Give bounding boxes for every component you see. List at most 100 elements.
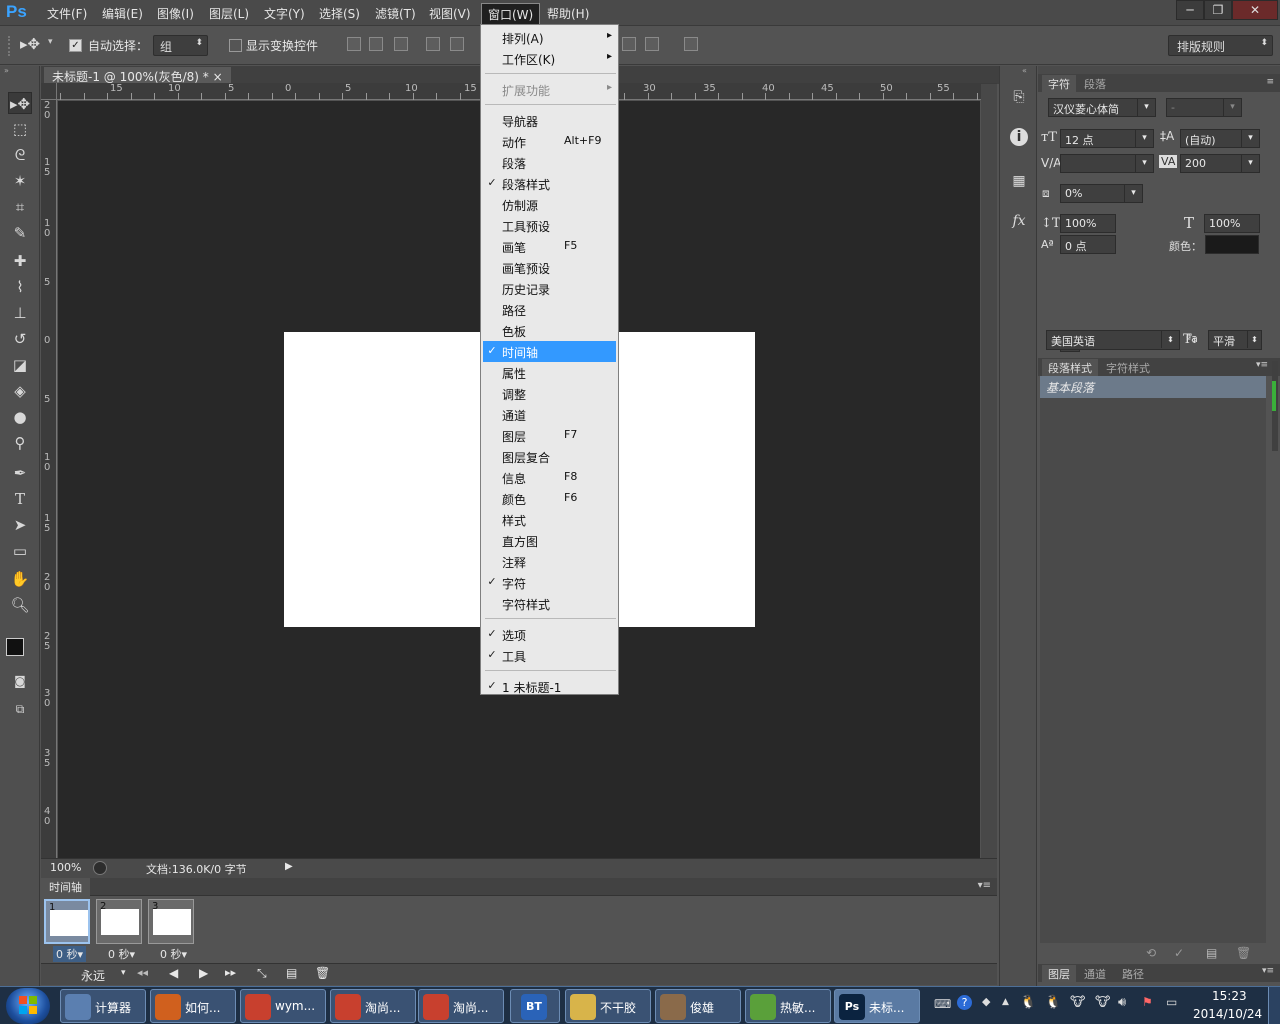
menu-item[interactable]: 图层 F7 — [483, 425, 616, 446]
menu-item[interactable]: 通道 — [483, 404, 616, 425]
hand-tool-icon[interactable]: ✋ — [8, 568, 32, 590]
shape-tool-icon[interactable]: ▭ — [8, 540, 32, 562]
menu-item[interactable]: 调整 — [483, 383, 616, 404]
network-icon[interactable]: ◆ — [982, 995, 990, 1008]
quick-mask-icon[interactable]: ◙ — [8, 670, 32, 692]
move-tool-icon[interactable]: ▸✥ — [8, 92, 32, 114]
status-icon[interactable] — [93, 861, 107, 875]
tab-paragraph[interactable]: 段落 — [1084, 76, 1106, 92]
menu-item[interactable]: ✓ 段落样式 — [483, 173, 616, 194]
menu-item[interactable]: 动作 Alt+F9 — [483, 131, 616, 152]
menu-window[interactable]: 窗口(W) — [481, 3, 541, 26]
text-color-swatch[interactable] — [1205, 235, 1259, 254]
align-bottom-icon[interactable] — [394, 37, 408, 51]
qq-icon[interactable]: 🐧 — [1020, 995, 1036, 1010]
action-center-icon[interactable]: ⚑ — [1142, 995, 1153, 1009]
taskbar-item[interactable]: 淘尚... — [330, 989, 416, 1023]
align-hcenter-icon[interactable] — [450, 37, 464, 51]
menu-item[interactable]: 画笔 F5 — [483, 236, 616, 257]
menu-item[interactable]: 信息 F8 — [483, 467, 616, 488]
menu-select[interactable]: 选择(S) — [315, 5, 364, 22]
font-style-select[interactable]: - ▾ — [1166, 98, 1242, 117]
clear-override-icon[interactable]: ⟲ — [1146, 946, 1156, 960]
menu-item[interactable]: 色板 — [483, 320, 616, 341]
frame-delay[interactable]: 0 秒▾ — [108, 946, 135, 962]
taskbar-item[interactable]: 淘尚... — [418, 989, 504, 1023]
tab-paths[interactable]: 路径 — [1122, 966, 1144, 982]
menu-item[interactable]: ✓ 时间轴 — [483, 341, 616, 362]
timeline-frame[interactable]: 1 — [44, 899, 90, 944]
taskbar-item[interactable]: 热敏... — [745, 989, 831, 1023]
taskbar-item[interactable]: BT — [510, 989, 560, 1023]
panel-menu-icon[interactable]: ▾≡ — [1262, 966, 1274, 976]
menu-item[interactable]: ✓ 1 未标题-1 — [483, 676, 616, 697]
distribute-right-icon[interactable] — [645, 37, 659, 51]
horizontal-scale-field[interactable]: 100% — [1204, 214, 1260, 233]
history-panel-icon[interactable]: ⎘ — [1008, 86, 1030, 108]
tray-app-icon[interactable]: 🐮 — [1070, 995, 1085, 1010]
menu-edit[interactable]: 编辑(E) — [98, 5, 147, 22]
crop-tool-icon[interactable]: ⌗ — [8, 196, 32, 218]
font-size-field[interactable]: 12 点 ▾ — [1060, 129, 1154, 148]
screen-mode-icon[interactable]: ⧉ — [8, 698, 32, 720]
menu-image[interactable]: 图像(I) — [153, 5, 198, 22]
styles-panel-icon[interactable]: fx — [1008, 210, 1030, 232]
clone-stamp-icon[interactable]: ⊥ — [8, 302, 32, 324]
keyboard-icon[interactable]: ⌨ — [934, 997, 951, 1011]
menu-item[interactable]: 仿制源 — [483, 194, 616, 215]
eraser-tool-icon[interactable]: ◪ — [8, 354, 32, 376]
menu-item[interactable]: 属性 — [483, 362, 616, 383]
menu-item[interactable]: 历史记录 — [483, 278, 616, 299]
panel-menu-icon[interactable]: ≡ — [1266, 77, 1274, 87]
align-top-icon[interactable] — [347, 37, 361, 51]
clock-date[interactable]: 2014/10/24 — [1193, 1007, 1262, 1021]
path-select-icon[interactable]: ➤ — [8, 514, 32, 536]
new-style-icon[interactable]: ▤ — [1206, 946, 1217, 960]
magic-wand-icon[interactable]: ✶ — [8, 170, 32, 192]
first-frame-icon[interactable]: ◂◂ — [137, 966, 148, 979]
taskbar-item[interactable]: wym... — [240, 989, 326, 1023]
timeline-frame[interactable]: 2 — [96, 899, 142, 944]
eyedropper-icon[interactable]: ✎ — [8, 222, 32, 244]
tween-icon[interactable]: ⤡ — [257, 966, 267, 981]
menu-item[interactable]: 图层复合 — [483, 446, 616, 467]
language-select[interactable]: 美国英语 ⬍ — [1046, 330, 1180, 350]
kerning-field[interactable]: ▾ — [1060, 154, 1154, 173]
info-panel-icon[interactable]: i — [1010, 128, 1028, 146]
menu-item[interactable]: 画笔预设 — [483, 257, 616, 278]
loop-option[interactable]: 永远 — [81, 967, 105, 984]
leading-field[interactable]: (自动) ▾ — [1180, 129, 1260, 148]
distribute-hcenter-icon[interactable] — [622, 37, 636, 51]
tab-channels[interactable]: 通道 — [1084, 966, 1106, 982]
menu-item[interactable]: 样式 — [483, 509, 616, 530]
timeline-frame[interactable]: 3 — [148, 899, 194, 944]
panel-menu-icon[interactable]: ▾≡ — [978, 880, 991, 891]
healing-brush-icon[interactable]: ✚ — [8, 250, 32, 272]
taskbar-item[interactable]: 如何... — [150, 989, 236, 1023]
ruler-origin[interactable] — [41, 83, 57, 100]
tab-layers[interactable]: 图层 — [1042, 965, 1076, 983]
align-vcenter-icon[interactable] — [369, 37, 383, 51]
foreground-color-swatch[interactable] — [6, 638, 24, 656]
show-hidden-icons[interactable]: ▲ — [1002, 997, 1009, 1007]
move-tool-icon[interactable]: ▸✥ — [20, 35, 40, 53]
history-brush-icon[interactable]: ↺ — [8, 328, 32, 350]
prev-frame-icon[interactable]: ◀ — [169, 966, 178, 980]
tab-character-styles[interactable]: 字符样式 — [1106, 360, 1150, 376]
trash-icon[interactable]: 🗑︎ — [315, 966, 330, 980]
auto-select-checkbox[interactable]: ✓ — [69, 38, 82, 52]
menu-item[interactable]: 颜色 F6 — [483, 488, 616, 509]
frame-delay[interactable]: 0 秒▾ — [53, 946, 87, 962]
play-icon[interactable]: ▶ — [199, 966, 208, 980]
trash-icon[interactable]: 🗑︎ — [1236, 946, 1251, 960]
menu-help[interactable]: 帮助(H) — [543, 5, 593, 22]
tray-app-icon-2[interactable]: 🐮 — [1095, 995, 1110, 1010]
show-desktop-button[interactable] — [1268, 987, 1280, 1024]
vertical-scale-field[interactable]: 100% — [1060, 214, 1116, 233]
antialias-select[interactable]: 平滑 ⬍ — [1208, 330, 1262, 350]
new-frame-icon[interactable]: ▤ — [286, 966, 297, 980]
document-tab[interactable]: 未标题-1 @ 100%(灰色/8) * × — [44, 67, 231, 84]
menu-item[interactable]: 注释 — [483, 551, 616, 572]
panel-menu-icon[interactable]: ▾≡ — [1256, 360, 1268, 370]
zoom-level[interactable]: 100% — [50, 861, 81, 874]
